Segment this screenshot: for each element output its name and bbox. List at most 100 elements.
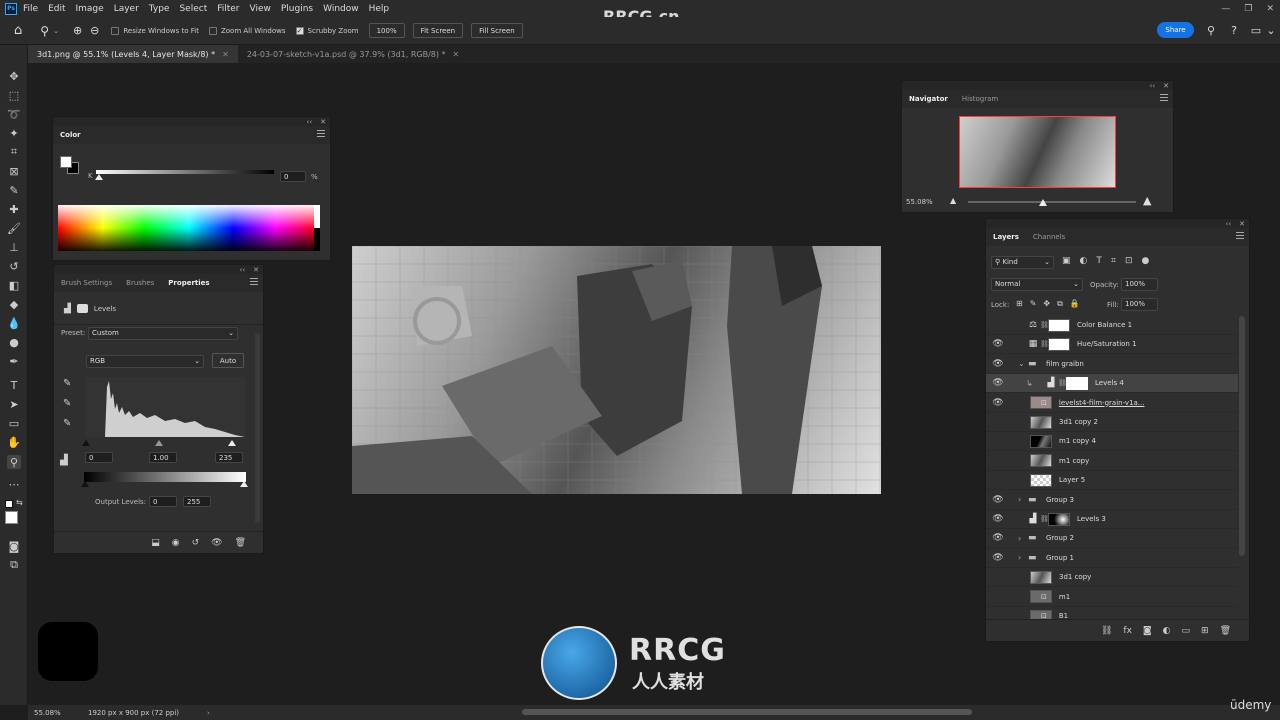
tab-properties[interactable]: Properties bbox=[161, 274, 216, 292]
output-black-field[interactable]: 0 bbox=[149, 496, 177, 507]
delete-icon[interactable]: 🗑 bbox=[235, 538, 246, 548]
lock-pixels-icon[interactable]: ✎ bbox=[1030, 299, 1037, 309]
zoom-tool-icon[interactable]: ⚲ bbox=[7, 455, 21, 469]
chevron-right-icon[interactable]: › bbox=[1018, 534, 1026, 543]
menu-file[interactable]: File bbox=[23, 4, 38, 14]
brush-tool-icon[interactable]: 🖌 bbox=[7, 221, 21, 235]
layer-thumbnail[interactable] bbox=[1030, 570, 1052, 584]
k-value-input[interactable]: 0 bbox=[280, 171, 306, 182]
zoom-slider-handle[interactable] bbox=[1039, 199, 1047, 206]
chevron-down-icon[interactable]: ⌄ bbox=[1018, 359, 1026, 368]
layer-thumbnail[interactable] bbox=[1030, 473, 1052, 487]
navigator-zoom[interactable]: 55.08% bbox=[906, 198, 933, 206]
layer-mask-thumbnail[interactable] bbox=[1066, 376, 1088, 390]
visibility-eye-icon[interactable]: 👁 bbox=[992, 514, 1004, 524]
menu-image[interactable]: Image bbox=[76, 4, 104, 14]
panel-menu-icon[interactable] bbox=[1160, 94, 1168, 101]
foreground-color-swatch[interactable] bbox=[60, 156, 72, 168]
horizontal-scrollbar[interactable] bbox=[522, 709, 972, 715]
tab-color[interactable]: Color bbox=[53, 126, 88, 144]
visibility-eye-icon[interactable]: 👁 bbox=[992, 533, 1004, 543]
reset-icon[interactable]: ↺ bbox=[192, 538, 200, 548]
chevron-right-icon[interactable]: › bbox=[1018, 553, 1026, 562]
delete-layer-icon[interactable]: 🗑 bbox=[1220, 626, 1231, 636]
close-icon[interactable]: ✕ bbox=[1239, 220, 1245, 228]
zoom-value-field[interactable]: 100% bbox=[368, 23, 405, 38]
k-slider-track[interactable] bbox=[96, 170, 274, 174]
layer-row[interactable]: m1 copy bbox=[986, 452, 1238, 471]
layer-row[interactable]: ⊡ m1 bbox=[986, 588, 1238, 607]
layer-row[interactable]: ⊡ B1 bbox=[986, 607, 1238, 619]
tab-layers[interactable]: Layers bbox=[986, 228, 1026, 246]
minimize-icon[interactable]: — bbox=[1221, 4, 1230, 14]
output-white-field[interactable]: 255 bbox=[183, 496, 211, 507]
black-point-eyedropper-icon[interactable]: ✎ bbox=[63, 378, 71, 389]
smart-object-filter-icon[interactable]: ⊡ bbox=[1125, 256, 1133, 266]
mask-icon[interactable] bbox=[76, 304, 88, 313]
fit-screen-button[interactable]: Fit Screen bbox=[412, 23, 464, 38]
type-tool-icon[interactable]: T bbox=[7, 378, 21, 392]
marquee-tool-icon[interactable]: ⬚ bbox=[7, 88, 21, 102]
link-icon[interactable]: ⛓ bbox=[1040, 515, 1049, 523]
white-point-eyedropper-icon[interactable]: ✎ bbox=[63, 418, 71, 429]
close-icon[interactable]: ✕ bbox=[222, 50, 229, 59]
close-icon[interactable]: ✕ bbox=[1163, 82, 1169, 90]
zoom-out-icon[interactable]: ⊖ bbox=[90, 24, 99, 37]
lock-all-icon[interactable]: 🔒 bbox=[1070, 299, 1080, 309]
panel-menu-icon[interactable] bbox=[317, 130, 325, 137]
layer-row[interactable]: 3d1 copy bbox=[986, 568, 1238, 588]
input-gamma-slider[interactable] bbox=[155, 440, 163, 446]
layer-thumbnail[interactable] bbox=[1030, 415, 1052, 429]
history-brush-tool-icon[interactable]: ↺ bbox=[7, 259, 21, 273]
filter-toggle-icon[interactable]: ● bbox=[1142, 256, 1150, 266]
status-zoom[interactable]: 55.08% bbox=[34, 709, 74, 717]
lock-transparent-icon[interactable]: ⊞ bbox=[1016, 299, 1023, 309]
eraser-tool-icon[interactable]: ◧ bbox=[7, 278, 21, 292]
link-icon[interactable]: ⛓ bbox=[1040, 340, 1049, 348]
close-icon[interactable]: ✕ bbox=[453, 50, 460, 59]
fill-field[interactable]: 100% bbox=[1121, 298, 1158, 311]
zoom-out-icon[interactable]: ▲ bbox=[950, 196, 956, 205]
layer-row[interactable]: m1 copy 4 bbox=[986, 432, 1238, 452]
menu-window[interactable]: Window bbox=[323, 4, 359, 14]
new-adjustment-icon[interactable]: ◐ bbox=[1163, 626, 1171, 636]
type-filter-icon[interactable]: T bbox=[1096, 256, 1102, 266]
layer-thumbnail[interactable] bbox=[1030, 454, 1052, 468]
navigator-thumbnail[interactable] bbox=[959, 116, 1116, 188]
document-canvas[interactable] bbox=[352, 246, 881, 494]
swap-colors-icon[interactable]: ⇆ bbox=[16, 498, 23, 507]
path-selection-tool-icon[interactable]: ➤ bbox=[7, 397, 21, 411]
pen-tool-icon[interactable]: ✒ bbox=[7, 354, 21, 368]
share-button[interactable]: Share bbox=[1157, 22, 1194, 38]
link-icon[interactable]: ⛓ bbox=[1058, 379, 1067, 387]
opacity-field[interactable]: 100% bbox=[1121, 278, 1158, 291]
zoom-tool-icon[interactable]: ⚲ bbox=[40, 24, 49, 38]
adjustment-filter-icon[interactable]: ◐ bbox=[1080, 256, 1088, 266]
menu-view[interactable]: View bbox=[250, 4, 271, 14]
lock-position-icon[interactable]: ✥ bbox=[1043, 299, 1050, 309]
fill-screen-button[interactable]: Fill Screen bbox=[471, 23, 523, 38]
document-tab[interactable]: 24-03-07-sketch-v1a.psd @ 37.9% (3d1, RG… bbox=[238, 45, 468, 63]
tab-navigator[interactable]: Navigator bbox=[902, 90, 955, 108]
layer-row[interactable]: ⚖ ⛓ Color Balance 1 bbox=[986, 316, 1238, 335]
menu-edit[interactable]: Edit bbox=[48, 4, 65, 14]
layer-mask-thumbnail[interactable] bbox=[1048, 337, 1070, 351]
help-icon[interactable]: ? bbox=[1227, 23, 1241, 37]
black-swatch[interactable] bbox=[314, 228, 320, 251]
panel-menu-icon[interactable] bbox=[1236, 232, 1244, 239]
view-previous-icon[interactable]: ◉ bbox=[172, 538, 180, 548]
output-black-slider[interactable] bbox=[81, 481, 89, 487]
clip-to-layer-icon[interactable]: ⬓ bbox=[151, 538, 160, 548]
pixel-filter-icon[interactable]: ▣ bbox=[1062, 256, 1071, 266]
collapse-icon[interactable]: ‹‹ bbox=[240, 266, 246, 274]
collapse-icon[interactable]: ‹‹ bbox=[1226, 220, 1232, 228]
menu-type[interactable]: Type bbox=[149, 4, 170, 14]
layers-scrollbar[interactable] bbox=[1239, 316, 1245, 556]
layer-mask-thumbnail[interactable] bbox=[1048, 318, 1070, 332]
move-tool-icon[interactable]: ✥ bbox=[7, 69, 21, 83]
visibility-eye-icon[interactable]: 👁 bbox=[992, 553, 1004, 563]
menu-layer[interactable]: Layer bbox=[114, 4, 139, 14]
input-white-slider[interactable] bbox=[228, 440, 236, 446]
layer-row[interactable]: Layer 5 bbox=[986, 471, 1238, 491]
layer-row[interactable]: 👁 ▟ ⛓ Levels 3 bbox=[986, 510, 1238, 529]
